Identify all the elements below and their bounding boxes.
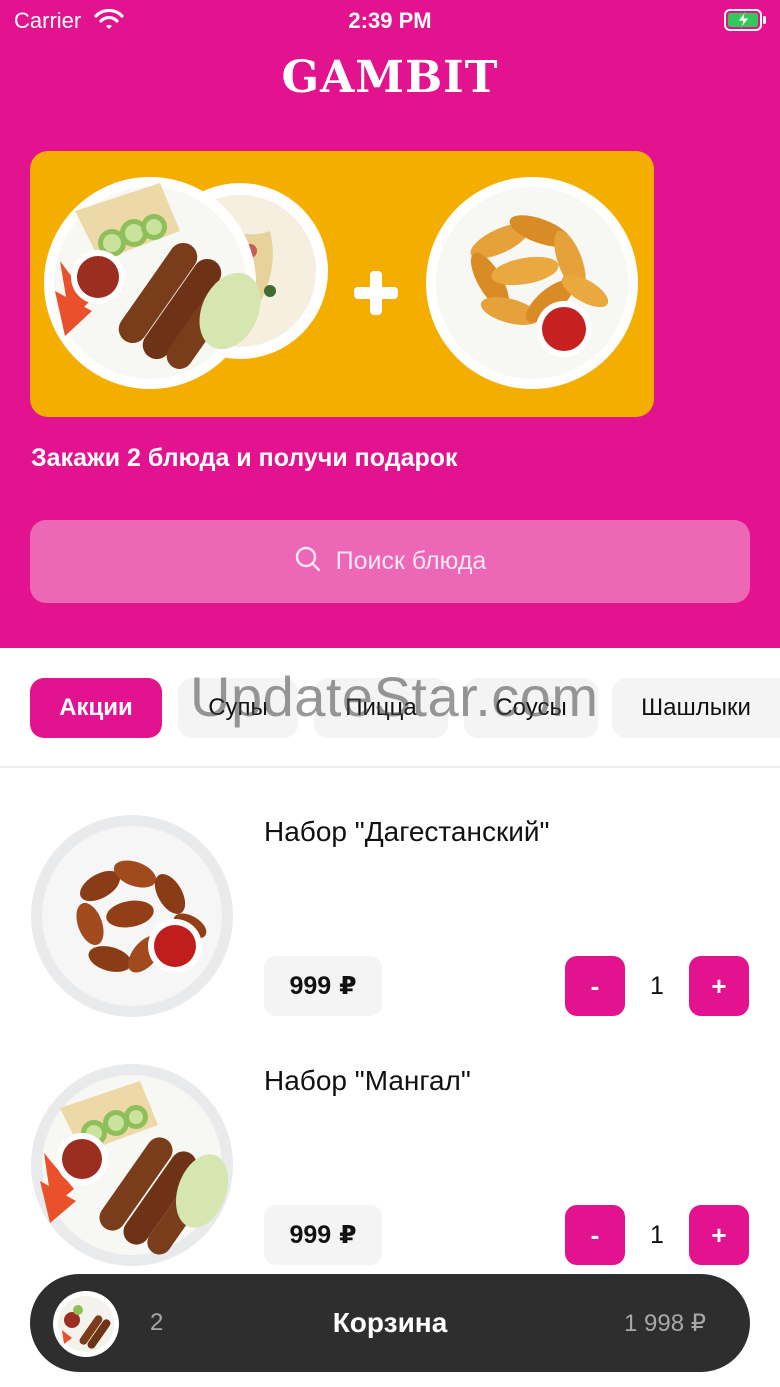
decrease-quantity-button[interactable]: - [565,1205,625,1265]
tab-akcii[interactable]: Акции [30,678,162,738]
product-item[interactable]: Набор "Дагестанский" 999 ₽ - 1 + [0,814,780,1034]
increase-quantity-button[interactable]: + [689,956,749,1016]
quantity-value: 1 [650,971,664,1000]
search-placeholder: Поиск блюда [335,547,487,575]
status-bar: Carrier 2:39 PM [0,0,780,40]
search-input[interactable]: Поиск блюда [30,520,750,603]
cart-button[interactable]: 2 Корзина 1 998 ₽ [30,1274,750,1372]
promo-caption: Закажи 2 блюда и получи подарок [31,444,458,472]
product-image [30,814,234,1018]
currency-symbol: ₽ [339,972,357,1000]
app-logo: GAMBIT [281,52,499,103]
product-price: 999 ₽ [264,956,382,1016]
promo-image [44,177,638,389]
search-icon [294,545,322,578]
product-image [30,1063,234,1267]
status-time: 2:39 PM [348,8,432,33]
currency-symbol: ₽ [339,1221,357,1249]
tab-supy[interactable]: Супы [178,678,298,738]
product-name: Набор "Дагестанский" [264,816,550,847]
tab-pizza[interactable]: Пицца [314,678,448,738]
decrease-quantity-button[interactable]: - [565,956,625,1016]
quantity-value: 1 [650,1220,664,1249]
price-value: 999 [289,971,332,1000]
product-item[interactable]: Набор "Мангал" 999 ₽ - 1 + [0,1063,780,1283]
cart-total: 1 998 ₽ [624,1310,706,1337]
product-price: 999 ₽ [264,1205,382,1265]
tab-shashlyki[interactable]: Шашлыки [612,678,780,738]
header: Carrier 2:39 PM GAMBIT Закажи 2 блюда и … [0,0,780,648]
tab-sousy[interactable]: Соусы [464,678,598,738]
product-name: Набор "Мангал" [264,1065,471,1096]
promo-banner[interactable] [30,151,654,417]
category-tabs: Акции Супы Пицца Соусы Шашлыки [0,648,780,768]
battery-icon [724,9,768,36]
price-value: 999 [289,1220,332,1249]
increase-quantity-button[interactable]: + [689,1205,749,1265]
